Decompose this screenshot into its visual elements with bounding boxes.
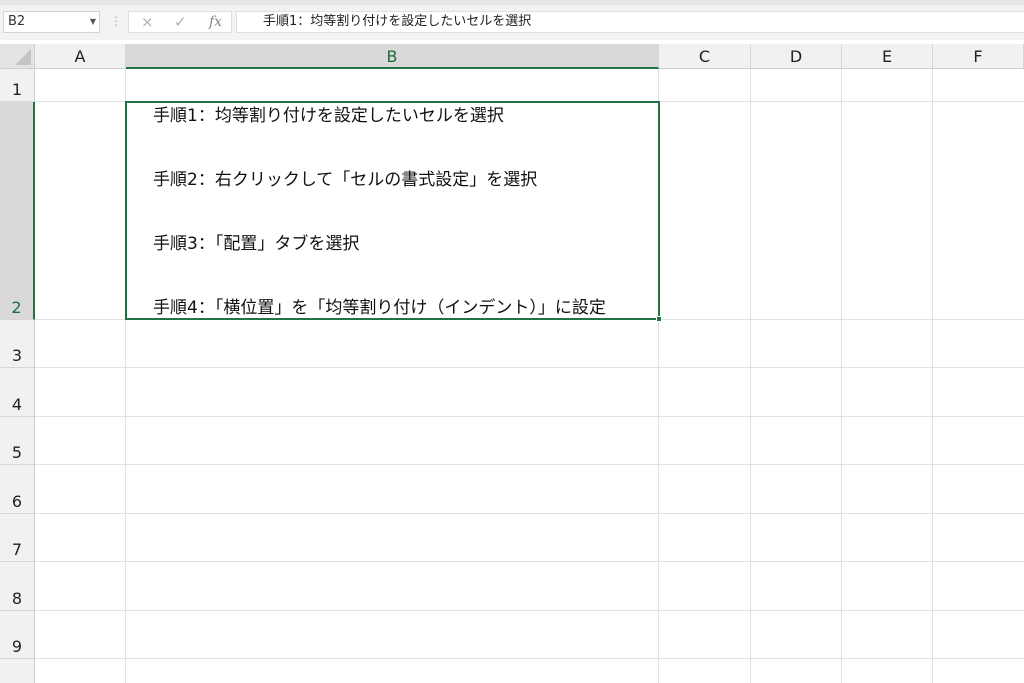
- enter-icon[interactable]: ✓: [174, 14, 187, 30]
- grid-line: [750, 69, 751, 683]
- row-header-10[interactable]: [0, 659, 35, 683]
- name-box-value: B2: [8, 14, 26, 29]
- row-header-label: 5: [11, 443, 23, 462]
- row-header-label: 6: [11, 492, 23, 511]
- grid-line: [35, 658, 1024, 659]
- cell-b2-line-4: 手順4：「横位置」を「均等割り付け（インデント）」に設定: [153, 298, 606, 318]
- row-header-label: 7: [11, 540, 23, 559]
- name-box[interactable]: B2 ▼: [3, 11, 100, 33]
- grid-line: [35, 464, 1024, 465]
- grid-line: [35, 367, 1024, 368]
- cell-b2-line-3: 手順3：「配置」タブを選択: [153, 234, 360, 254]
- cell-b2[interactable]: 手順1：均等割り付けを設定したいセルを選択 手順2：右クリックして「セルの書式設…: [125, 101, 662, 322]
- insert-function-icon[interactable]: fx: [209, 14, 222, 30]
- cancel-icon[interactable]: ×: [141, 14, 154, 30]
- grid-line: [35, 561, 1024, 562]
- row-header-1[interactable]: 1: [0, 69, 35, 102]
- more-dots-icon: ⋮: [110, 14, 122, 28]
- column-header-b[interactable]: B: [126, 44, 659, 69]
- grid-line: [35, 610, 1024, 611]
- row-header-7[interactable]: 7: [0, 514, 35, 562]
- row-header-label: 1: [11, 80, 23, 99]
- formula-input[interactable]: 手順1：均等割り付けを設定したいセルを選択: [236, 11, 1024, 33]
- row-header-9[interactable]: 9: [0, 611, 35, 659]
- cell-b2-line-2: 手順2：右クリックして「セルの書式設定」を選択: [153, 170, 538, 190]
- chevron-down-icon[interactable]: ▼: [90, 12, 96, 32]
- row-header-8[interactable]: 8: [0, 562, 35, 611]
- row-header-4[interactable]: 4: [0, 368, 35, 417]
- grid-line: [35, 513, 1024, 514]
- column-header-f[interactable]: F: [933, 44, 1024, 69]
- cell-b2-line-1: 手順1：均等割り付けを設定したいセルを選択: [153, 106, 504, 126]
- column-header-e[interactable]: E: [842, 44, 933, 69]
- row-header-label: 2: [11, 298, 22, 317]
- row-header-5[interactable]: 5: [0, 417, 35, 465]
- column-header-d[interactable]: D: [751, 44, 842, 69]
- row-header-label: 9: [11, 637, 23, 656]
- grid-line: [841, 69, 842, 683]
- row-header-2[interactable]: 2: [0, 102, 35, 320]
- formula-bar: B2 ▼ ⋮ × ✓ fx 手順1：均等割り付けを設定したいセルを選択: [0, 0, 1024, 40]
- select-all-button[interactable]: [0, 44, 35, 69]
- row-header-6[interactable]: 6: [0, 465, 35, 514]
- column-header-a[interactable]: A: [35, 44, 126, 69]
- grid-line: [932, 69, 933, 683]
- fill-handle[interactable]: [656, 316, 662, 322]
- select-all-triangle-icon: [15, 49, 31, 65]
- row-header-3[interactable]: 3: [0, 320, 35, 368]
- grid-line: [35, 416, 1024, 417]
- formula-buttons: × ✓ fx: [128, 11, 232, 33]
- row-header-label: 8: [11, 589, 23, 608]
- row-header-label: 4: [11, 395, 23, 414]
- column-header-c[interactable]: C: [659, 44, 751, 69]
- row-header-label: 3: [11, 346, 23, 365]
